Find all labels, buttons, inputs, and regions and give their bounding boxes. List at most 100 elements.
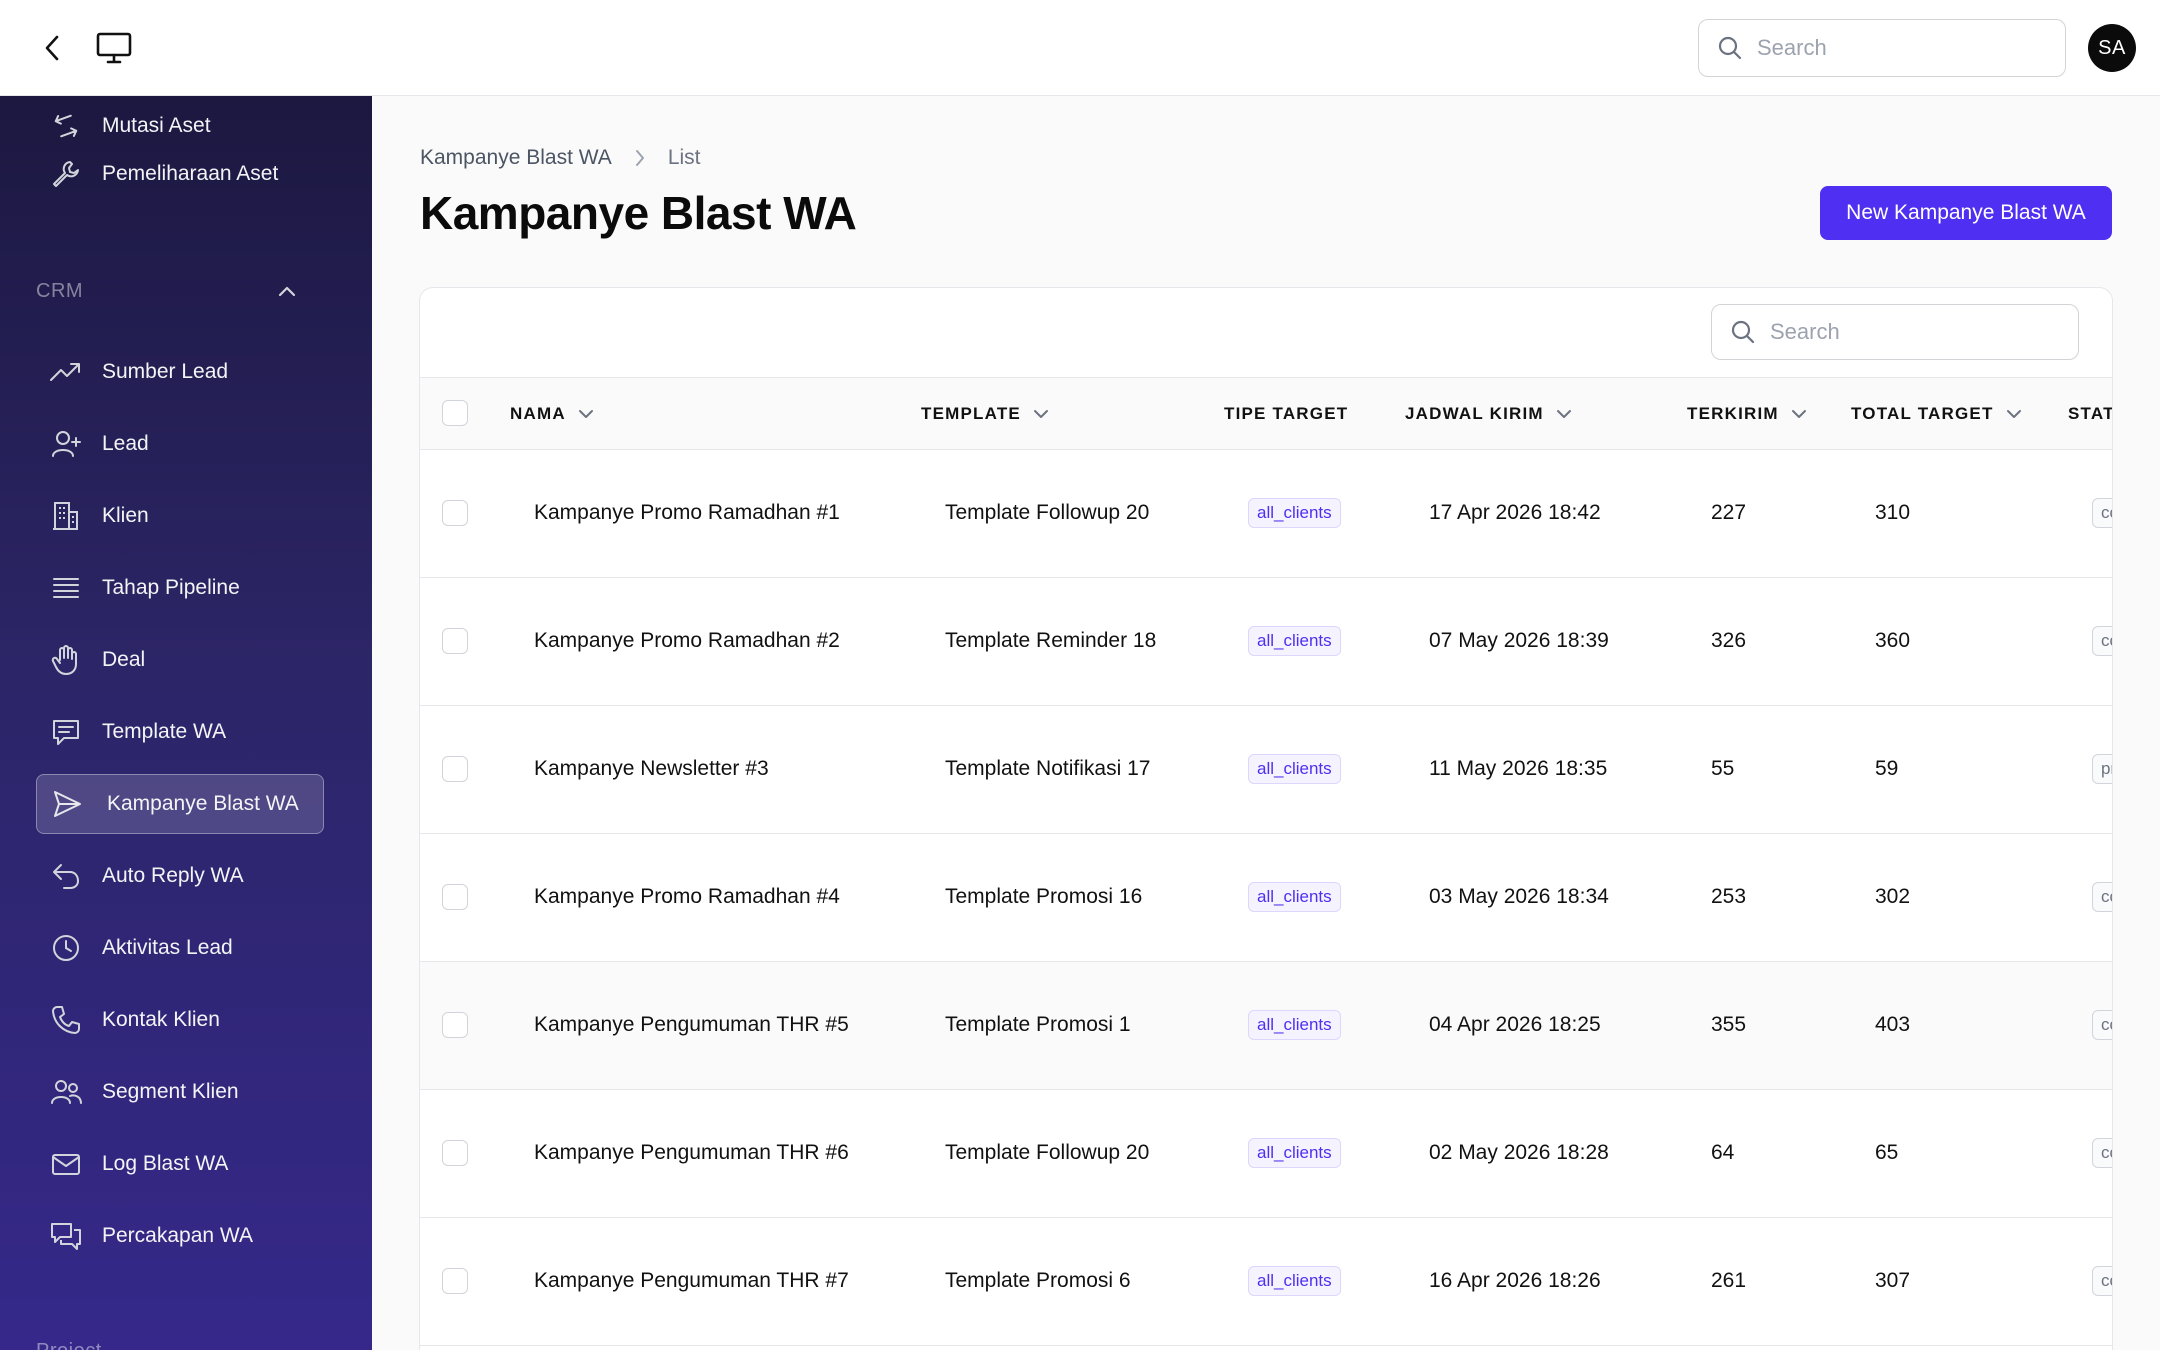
table-row[interactable]: Kampanye Pengumuman THR #7 Template Prom…: [420, 1218, 2112, 1346]
chevron-down-icon: [2006, 409, 2022, 419]
cell-tipe-target: all_clients: [1248, 962, 1341, 1088]
column-header-jadwal-kirim[interactable]: JADWAL KIRIM: [1405, 378, 1572, 449]
column-header-status[interactable]: STAT: [2068, 378, 2112, 449]
user-avatar[interactable]: SA: [2088, 24, 2136, 72]
select-all-checkbox[interactable]: [442, 400, 468, 426]
cell-status: co: [2092, 1090, 2112, 1216]
tipe-target-badge: all_clients: [1248, 626, 1341, 656]
new-kampanye-button[interactable]: New Kampanye Blast WA: [1820, 186, 2112, 240]
section-label-project: Project: [36, 1340, 102, 1350]
global-search-input[interactable]: [1757, 35, 2037, 61]
status-badge: co: [2092, 1266, 2112, 1296]
table-row[interactable]: Kampanye Promo Ramadhan #1 Template Foll…: [420, 450, 2112, 578]
sidebar-item-tahap-pipeline[interactable]: Tahap Pipeline: [36, 560, 324, 616]
column-header-template[interactable]: TEMPLATE: [921, 378, 1049, 449]
sidebar-item-aktivitas-lead[interactable]: Aktivitas Lead: [36, 920, 324, 976]
sidebar-item-percakapan-wa[interactable]: Percakapan WA: [36, 1208, 324, 1264]
chevron-up-icon[interactable]: [276, 280, 298, 302]
phone-icon: [48, 1002, 84, 1038]
cell-terkirim: 355: [1711, 1013, 1747, 1036]
table-row[interactable]: Kampanye Promo Ramadhan #4 Template Prom…: [420, 834, 2112, 962]
back-chevron-icon[interactable]: [36, 30, 68, 66]
column-header-label: JADWAL KIRIM: [1405, 403, 1544, 423]
cell-tipe-target: all_clients: [1248, 450, 1341, 576]
sidebar-item-label: Lead: [102, 432, 149, 455]
cell-jadwal-kirim: 03 May 2026 18:34: [1429, 885, 1609, 908]
table-search-input[interactable]: [1770, 319, 2050, 345]
cell-total-target: 310: [1875, 501, 1911, 524]
global-search-field[interactable]: [1698, 19, 2066, 77]
cell-terkirim: 55: [1711, 757, 1735, 780]
cell-template: Template Followup 20: [945, 501, 1150, 524]
sidebar-item-deal[interactable]: Deal: [36, 632, 324, 688]
sidebar-item-log-blast-wa[interactable]: Log Blast WA: [36, 1136, 324, 1192]
chevron-right-icon: [634, 149, 646, 167]
cell-tipe-target: all_clients: [1248, 834, 1341, 960]
sidebar-item-sumber-lead[interactable]: Sumber Lead: [36, 344, 324, 400]
breadcrumb-current: List: [667, 146, 701, 169]
table-row[interactable]: Kampanye Pengumuman THR #5 Template Prom…: [420, 962, 2112, 1090]
row-checkbox[interactable]: [442, 1140, 468, 1166]
sidebar-item-segment-klien[interactable]: Segment Klien: [36, 1064, 324, 1120]
column-header-total-target[interactable]: TOTAL TARGET: [1851, 378, 2022, 449]
sidebar-item-auto-reply-wa[interactable]: Auto Reply WA: [36, 848, 324, 904]
cell-terkirim: 227: [1711, 501, 1747, 524]
sidebar-item-label: Aktivitas Lead: [102, 936, 233, 959]
row-checkbox[interactable]: [442, 1012, 468, 1038]
cell-template: Template Promosi 16: [945, 885, 1143, 908]
cell-terkirim: 326: [1711, 629, 1747, 652]
status-badge: co: [2092, 1010, 2112, 1040]
sidebar-item-template-wa[interactable]: Template WA: [36, 704, 324, 760]
cell-terkirim: 261: [1711, 1269, 1747, 1292]
row-checkbox[interactable]: [442, 628, 468, 654]
cell-total-target: 65: [1875, 1141, 1899, 1164]
sidebar-item-label: Deal: [102, 648, 146, 671]
sidebar-item-klien[interactable]: Klien: [36, 488, 324, 544]
cell-template: Template Reminder 18: [945, 629, 1157, 652]
table-search-field[interactable]: [1711, 304, 2079, 360]
row-checkbox[interactable]: [442, 884, 468, 910]
chat-bubbles-icon: [48, 1218, 84, 1254]
sidebar-item-label: Template WA: [102, 720, 227, 743]
cell-jadwal-kirim: 02 May 2026 18:28: [1429, 1141, 1609, 1164]
cell-total-target: 360: [1875, 629, 1911, 652]
row-checkbox[interactable]: [442, 1268, 468, 1294]
tipe-target-badge: all_clients: [1248, 1138, 1341, 1168]
building-icon: [48, 498, 84, 534]
cell-jadwal-kirim: 04 Apr 2026 18:25: [1429, 1013, 1601, 1036]
table-row[interactable]: Kampanye Promo Ramadhan #2 Template Remi…: [420, 578, 2112, 706]
cell-jadwal-kirim: 16 Apr 2026 18:26: [1429, 1269, 1601, 1292]
envelope-icon: [48, 1146, 84, 1182]
row-checkbox[interactable]: [442, 500, 468, 526]
cell-status: co: [2092, 450, 2112, 576]
cell-nama: Kampanye Promo Ramadhan #4: [534, 885, 840, 908]
breadcrumb: Kampanye Blast WA List: [420, 146, 701, 170]
row-checkbox[interactable]: [442, 756, 468, 782]
table-row[interactable]: Kampanye Pengumuman THR #6 Template Foll…: [420, 1090, 2112, 1218]
sidebar-item-kontak-klien[interactable]: Kontak Klien: [36, 992, 324, 1048]
cell-nama: Kampanye Pengumuman THR #5: [534, 1013, 849, 1036]
table-row[interactable]: Kampanye Newsletter #3 Template Notifika…: [420, 706, 2112, 834]
column-header-terkirim[interactable]: TERKIRIM: [1687, 378, 1807, 449]
monitor-icon[interactable]: [94, 28, 134, 68]
user-plus-icon: [48, 426, 84, 462]
cell-status: co: [2092, 1218, 2112, 1344]
tipe-target-badge: all_clients: [1248, 498, 1341, 528]
chevron-down-icon: [578, 409, 594, 419]
sidebar-item-pemeliharaan-aset[interactable]: Pemeliharaan Aset: [36, 146, 324, 202]
cell-status: co: [2092, 578, 2112, 704]
breadcrumb-parent-link[interactable]: Kampanye Blast WA: [420, 146, 612, 170]
column-header-nama[interactable]: NAMA: [510, 378, 594, 449]
column-header-label: NAMA: [510, 403, 566, 423]
chat-text-icon: [48, 714, 84, 750]
cell-total-target: 403: [1875, 1013, 1911, 1036]
column-header-tipe-target[interactable]: TIPE TARGET: [1224, 378, 1348, 449]
section-label-crm: CRM: [36, 280, 84, 302]
sidebar-item-kampanye-blast-wa[interactable]: Kampanye Blast WA: [36, 774, 324, 834]
search-icon: [1718, 36, 1742, 60]
column-header-label: TEMPLATE: [921, 403, 1021, 423]
sidebar-item-lead[interactable]: Lead: [36, 416, 324, 472]
send-icon: [49, 786, 85, 822]
cell-tipe-target: all_clients: [1248, 578, 1341, 704]
sidebar-item-label: Kontak Klien: [102, 1008, 220, 1031]
